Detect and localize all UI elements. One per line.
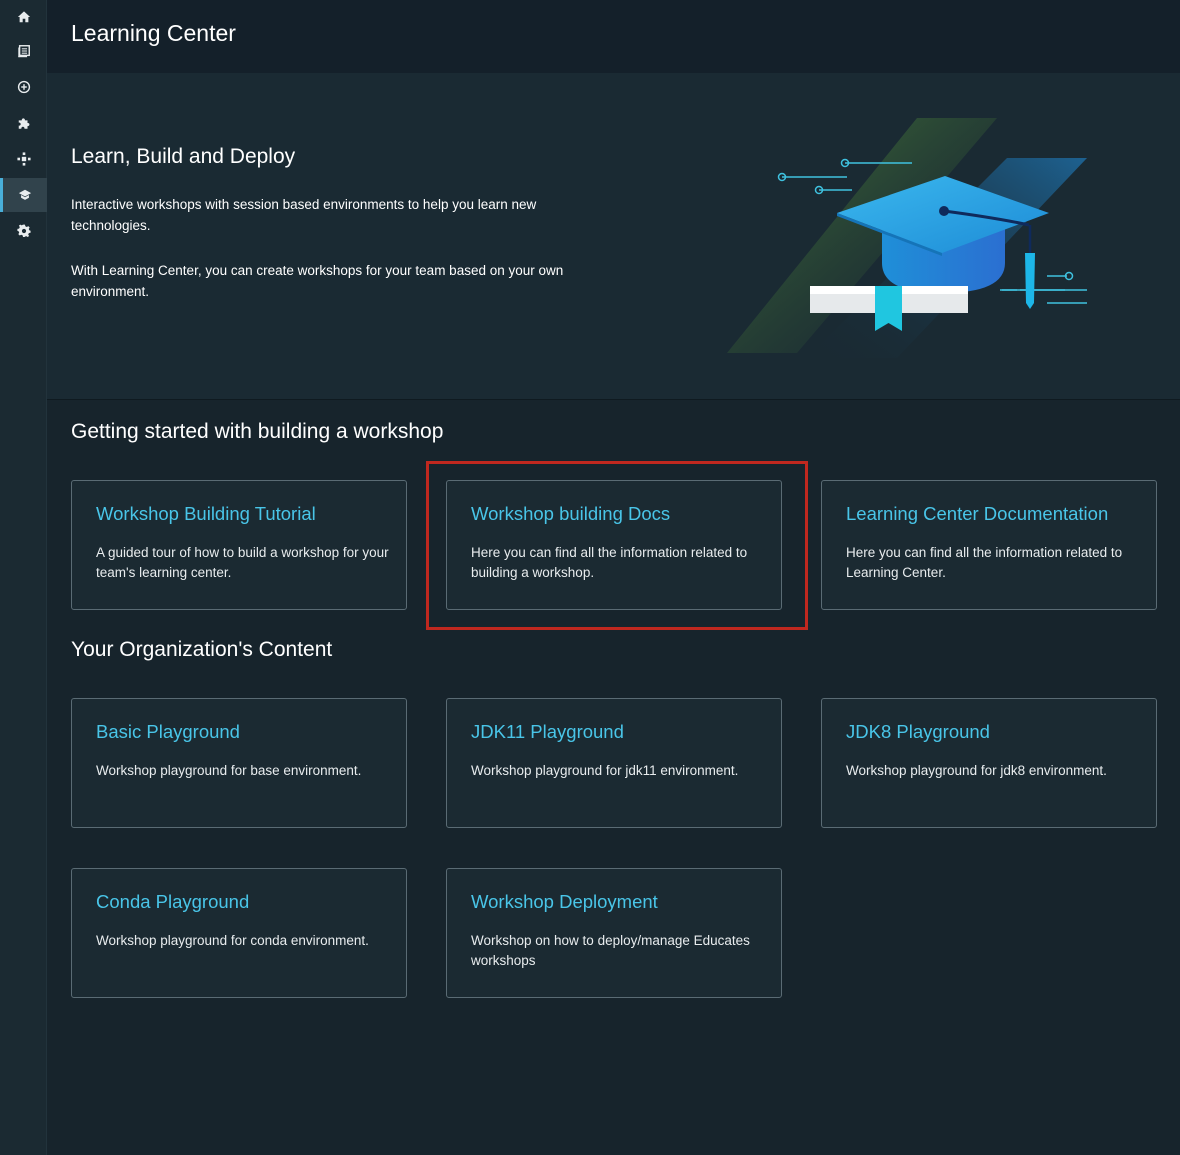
card-description: Workshop playground for jdk8 environment… bbox=[846, 763, 1107, 778]
card-description: Workshop playground for conda environmen… bbox=[96, 933, 369, 948]
workshop-card-basic-playground[interactable]: Basic Playground Workshop playground for… bbox=[71, 698, 407, 828]
card-title[interactable]: Basic Playground bbox=[96, 721, 240, 743]
card-title[interactable]: Learning Center Documentation bbox=[846, 503, 1108, 525]
section-title-org-content: Your Organization's Content bbox=[71, 638, 333, 661]
plugin-icon bbox=[17, 116, 31, 130]
workshop-card-jdk11-playground[interactable]: JDK11 Playground Workshop playground for… bbox=[446, 698, 782, 828]
settings-icon bbox=[16, 224, 31, 238]
page-title: Learning Center bbox=[71, 20, 236, 46]
sidebar-item-network[interactable] bbox=[0, 142, 47, 176]
hero-description-secondary: With Learning Center, you can create wor… bbox=[71, 263, 564, 299]
workshop-card-building-docs[interactable]: Workshop building Docs Here you can find… bbox=[446, 480, 782, 610]
workshop-card-workshop-deployment[interactable]: Workshop Deployment Workshop on how to d… bbox=[446, 868, 782, 998]
card-description: Workshop playground for jdk11 environmen… bbox=[471, 763, 739, 778]
workshop-card-learning-center-docs[interactable]: Learning Center Documentation Here you c… bbox=[821, 480, 1157, 610]
sidebar-item-plugins[interactable] bbox=[0, 106, 47, 140]
workshop-card-building-tutorial[interactable]: Workshop Building Tutorial A guided tour… bbox=[71, 480, 407, 610]
card-description: Here you can find all the information re… bbox=[471, 545, 748, 580]
card-title[interactable]: Workshop Building Tutorial bbox=[96, 503, 316, 525]
card-description: Workshop playground for base environment… bbox=[96, 763, 362, 778]
sidebar-item-learning-center[interactable] bbox=[0, 178, 47, 212]
home-icon bbox=[17, 10, 31, 24]
learning-center-icon bbox=[18, 188, 32, 202]
sidebar-item-settings[interactable] bbox=[0, 214, 47, 248]
card-description: Workshop on how to deploy/manage Educate… bbox=[471, 933, 750, 968]
card-description: A guided tour of how to build a workshop… bbox=[96, 545, 389, 580]
hero-description: Interactive workshops with session based… bbox=[71, 197, 537, 233]
sidebar-item-catalog[interactable] bbox=[0, 34, 47, 68]
card-title[interactable]: JDK11 Playground bbox=[471, 721, 624, 743]
sidebar bbox=[0, 0, 47, 1155]
page-header: Learning Center bbox=[47, 0, 1180, 73]
graduation-cap-illustration bbox=[687, 113, 1119, 363]
card-title[interactable]: Workshop building Docs bbox=[471, 503, 670, 525]
section-title-getting-started: Getting started with building a workshop bbox=[71, 420, 444, 443]
workshop-card-jdk8-playground[interactable]: JDK8 Playground Workshop playground for … bbox=[821, 698, 1157, 828]
catalog-icon bbox=[17, 44, 31, 58]
hero-title: Learn, Build and Deploy bbox=[71, 145, 296, 168]
sidebar-item-home[interactable] bbox=[0, 0, 47, 34]
card-description: Here you can find all the information re… bbox=[846, 545, 1123, 580]
card-title[interactable]: Workshop Deployment bbox=[471, 891, 658, 913]
card-title[interactable]: Conda Playground bbox=[96, 891, 249, 913]
sidebar-item-create[interactable] bbox=[0, 70, 47, 104]
main-content: Getting started with building a workshop… bbox=[47, 400, 1180, 1155]
workshop-card-conda-playground[interactable]: Conda Playground Workshop playground for… bbox=[71, 868, 407, 998]
network-icon bbox=[16, 152, 31, 166]
create-icon bbox=[17, 80, 31, 94]
card-title[interactable]: JDK8 Playground bbox=[846, 721, 990, 743]
hero-banner: Learn, Build and Deploy Interactive work… bbox=[47, 73, 1180, 400]
